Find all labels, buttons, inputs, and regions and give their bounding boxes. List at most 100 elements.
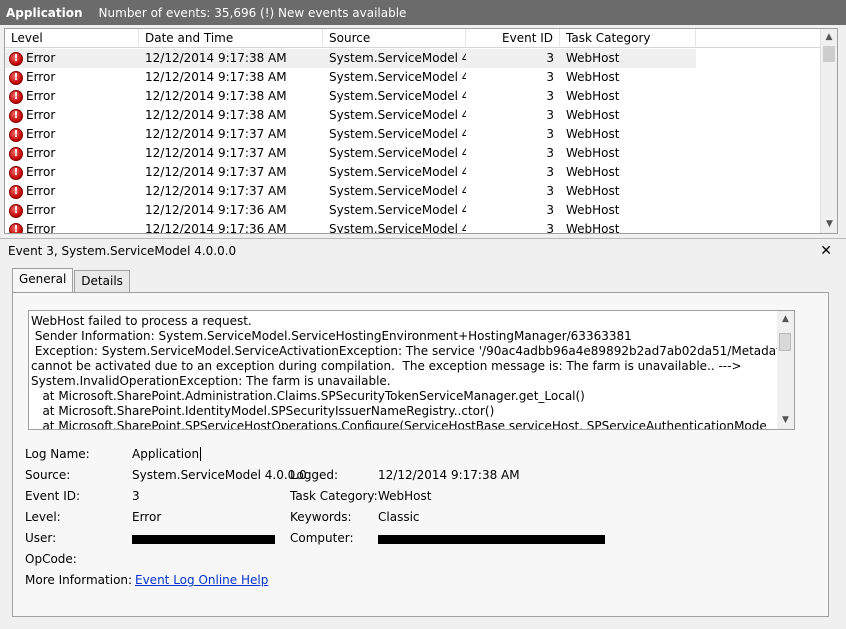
date-cell: 12/12/2014 9:17:37 AM	[145, 127, 287, 141]
row-filler	[696, 125, 821, 144]
description-line: cannot be activated due to an exception …	[31, 359, 742, 373]
detail-tabs: General Details	[12, 268, 131, 292]
column-header-level[interactable]: Level	[5, 29, 139, 48]
scroll-thumb[interactable]	[779, 333, 791, 351]
table-row[interactable]: ! Error 12/12/2014 9:17:37 AM System.Servic…	[5, 182, 821, 201]
column-header-date[interactable]: Date and Time	[139, 29, 323, 48]
date-cell: 12/12/2014 9:17:38 AM	[145, 108, 287, 122]
event-id-cell: 3	[546, 127, 554, 141]
row-filler	[696, 49, 821, 68]
table-row[interactable]: ! Error 12/12/2014 9:17:37 AM System.Servic…	[5, 144, 821, 163]
date-cell: 12/12/2014 9:17:36 AM	[145, 222, 287, 234]
level-text: Error	[26, 222, 56, 234]
column-header-source[interactable]: Source	[323, 29, 466, 48]
tab-details[interactable]: Details	[74, 270, 130, 292]
source-cell: System.ServiceModel 4...	[329, 146, 466, 160]
event-rows: ! Error 12/12/2014 9:17:38 AM System.Servic…	[5, 49, 821, 234]
event-detail-header: Event 3, System.ServiceModel 4.0.0.0 ✕	[0, 238, 846, 262]
table-row[interactable]: ! Error 12/12/2014 9:17:37 AM System.Servic…	[5, 125, 821, 144]
tab-general[interactable]: General	[12, 268, 74, 292]
error-icon: !	[9, 51, 23, 66]
close-icon[interactable]: ✕	[820, 243, 832, 259]
level-text: Error	[26, 165, 56, 179]
column-header-event-id[interactable]: Event ID	[466, 29, 560, 48]
label-level: Level:	[25, 510, 61, 524]
scroll-thumb[interactable]	[823, 46, 835, 62]
description-text: WebHost failed to process a request. Sen…	[29, 311, 794, 429]
level-cell: ! Error	[5, 106, 139, 125]
error-icon: !	[9, 127, 23, 142]
scroll-down-arrow-icon[interactable]: ▼	[777, 412, 794, 429]
value-keywords: Classic	[378, 510, 420, 524]
description-line: at Microsoft.SharePoint.Administration.C…	[31, 389, 585, 403]
column-header-task-category[interactable]: Task Category	[560, 29, 696, 48]
error-icon: !	[9, 203, 23, 218]
error-icon: !	[9, 184, 23, 199]
table-row[interactable]: ! Error 12/12/2014 9:17:38 AM System.Servic…	[5, 106, 821, 125]
level-text: Error	[26, 51, 56, 65]
source-cell: System.ServiceModel 4...	[329, 108, 466, 122]
label-user: User:	[25, 531, 57, 545]
table-row[interactable]: ! Error 12/12/2014 9:17:38 AM System.Servic…	[5, 49, 821, 68]
description-line: System.InvalidOperationException: The fa…	[31, 374, 391, 388]
row-filler	[696, 220, 821, 233]
title-bar: Application Number of events: 35,696 (!)…	[0, 0, 846, 25]
task-category-cell: WebHost	[566, 89, 620, 103]
event-id-cell: 3	[546, 222, 554, 234]
label-keywords: Keywords:	[290, 510, 352, 524]
level-cell: ! Error	[5, 201, 139, 220]
event-id-cell: 3	[546, 108, 554, 122]
table-row[interactable]: ! Error 12/12/2014 9:17:38 AM System.Servic…	[5, 68, 821, 87]
row-filler	[696, 106, 821, 125]
event-log-online-help-link[interactable]: Event Log Online Help	[135, 573, 268, 587]
description-box[interactable]: WebHost failed to process a request. Sen…	[28, 310, 795, 430]
date-cell: 12/12/2014 9:17:38 AM	[145, 51, 287, 65]
scroll-down-arrow-icon[interactable]: ▼	[821, 216, 837, 233]
error-icon: !	[9, 146, 23, 161]
event-id-cell: 3	[546, 70, 554, 84]
list-scrollbar[interactable]: ▲ ▼	[820, 29, 837, 233]
scroll-up-arrow-icon[interactable]: ▲	[821, 29, 837, 46]
table-row[interactable]: ! Error 12/12/2014 9:17:36 AM System.Servic…	[5, 201, 821, 220]
error-icon: !	[9, 89, 23, 104]
level-text: Error	[26, 108, 56, 122]
event-id-cell: 3	[546, 165, 554, 179]
row-filler	[696, 144, 821, 163]
scroll-up-arrow-icon[interactable]: ▲	[777, 311, 794, 328]
description-scrollbar[interactable]: ▲ ▼	[777, 311, 794, 429]
date-cell: 12/12/2014 9:17:36 AM	[145, 203, 287, 217]
level-cell: ! Error	[5, 125, 139, 144]
table-row[interactable]: ! Error 12/12/2014 9:17:38 AM System.Servic…	[5, 87, 821, 106]
value-task-category: WebHost	[378, 489, 432, 503]
level-cell: ! Error	[5, 163, 139, 182]
redacted-user	[132, 535, 275, 544]
level-cell: ! Error	[5, 182, 139, 201]
label-source: Source:	[25, 468, 71, 482]
label-event-id: Event ID:	[25, 489, 81, 503]
error-icon: !	[9, 222, 23, 233]
source-cell: System.ServiceModel 4...	[329, 222, 466, 234]
event-id-cell: 3	[546, 146, 554, 160]
events-count: Number of events: 35,696 (!) New events …	[98, 5, 407, 20]
level-text: Error	[26, 89, 56, 103]
general-panel: WebHost failed to process a request. Sen…	[12, 292, 829, 617]
row-filler	[696, 87, 821, 106]
level-text: Error	[26, 127, 56, 141]
error-icon: !	[9, 108, 23, 123]
table-row[interactable]: ! Error 12/12/2014 9:17:37 AM System.Servic…	[5, 163, 821, 182]
description-line: WebHost failed to process a request.	[31, 314, 252, 328]
source-cell: System.ServiceModel 4...	[329, 51, 466, 65]
row-filler	[696, 201, 821, 220]
events-list[interactable]: Level Date and Time Source Event ID Task…	[4, 28, 838, 234]
row-filler	[696, 182, 821, 201]
level-text: Error	[26, 184, 56, 198]
label-computer: Computer:	[290, 531, 354, 545]
row-filler	[696, 68, 821, 87]
table-row[interactable]: ! Error 12/12/2014 9:17:36 AM System.Servic…	[5, 220, 821, 234]
task-category-cell: WebHost	[566, 165, 620, 179]
task-category-cell: WebHost	[566, 146, 620, 160]
source-cell: System.ServiceModel 4...	[329, 127, 466, 141]
value-level: Error	[132, 510, 162, 524]
date-cell: 12/12/2014 9:17:38 AM	[145, 89, 287, 103]
redacted-computer	[378, 535, 605, 544]
